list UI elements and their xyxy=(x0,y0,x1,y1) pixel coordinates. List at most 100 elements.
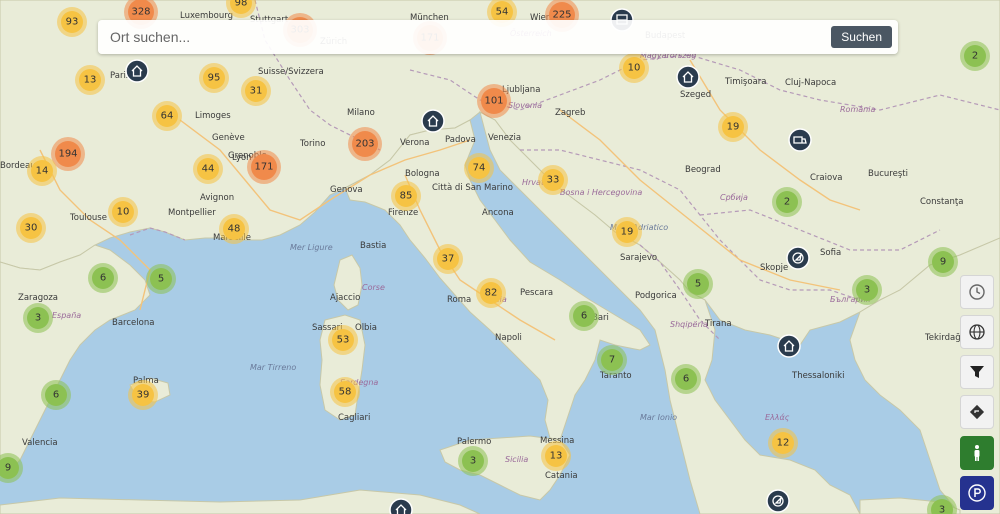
cluster-marker[interactable]: 53 xyxy=(328,325,358,355)
cluster-marker[interactable]: 7 xyxy=(597,345,627,375)
parking-button[interactable] xyxy=(960,476,994,510)
cluster-marker[interactable]: 10 xyxy=(108,197,138,227)
search-input[interactable] xyxy=(98,20,818,54)
cluster-marker[interactable]: 82 xyxy=(476,278,506,308)
cluster-count: 30 xyxy=(25,223,38,234)
cluster-count: 14 xyxy=(36,166,49,177)
cluster-count: 19 xyxy=(727,122,740,133)
cluster-marker[interactable]: 44 xyxy=(193,154,223,184)
cluster-count: 39 xyxy=(137,390,150,401)
person-icon xyxy=(974,445,980,461)
cluster-count: 328 xyxy=(131,7,150,18)
cluster-count: 53 xyxy=(337,335,350,346)
cluster-marker[interactable]: 37 xyxy=(433,244,463,274)
cluster-count: 6 xyxy=(683,374,689,385)
cluster-marker[interactable]: 3 xyxy=(458,446,488,476)
cluster-marker[interactable]: 9 xyxy=(928,247,958,277)
cluster-marker[interactable]: 203 xyxy=(348,127,382,161)
cluster-count: 33 xyxy=(547,175,560,186)
cluster-count: 9 xyxy=(5,463,11,474)
filter-button[interactable] xyxy=(960,355,994,389)
map-view[interactable]: ParisLuxembourgStuttgartMünchenWienBudap… xyxy=(0,0,1000,514)
parking-icon xyxy=(968,484,986,502)
cluster-marker[interactable]: 14 xyxy=(27,156,57,186)
cluster-count: 194 xyxy=(58,149,77,160)
search-bar: Suchen xyxy=(98,20,898,54)
cluster-count: 2 xyxy=(784,197,790,208)
cluster-count: 3 xyxy=(35,313,41,324)
cluster-count: 6 xyxy=(581,311,587,322)
cluster-count: 95 xyxy=(208,73,221,84)
cluster-marker[interactable]: 98 xyxy=(226,0,256,18)
cluster-marker[interactable]: 64 xyxy=(152,101,182,131)
cluster-count: 3 xyxy=(470,456,476,467)
cluster-marker[interactable]: 2 xyxy=(772,187,802,217)
cluster-marker[interactable]: 19 xyxy=(612,217,642,247)
cluster-layer: 9332898542253031712139531106410119194203… xyxy=(0,0,990,514)
cluster-count: 37 xyxy=(442,254,455,265)
cluster-marker[interactable]: 13 xyxy=(75,65,105,95)
cluster-marker[interactable]: 101 xyxy=(477,84,511,118)
cluster-count: 6 xyxy=(53,390,59,401)
cluster-count: 48 xyxy=(228,224,241,235)
cluster-marker[interactable]: 6 xyxy=(569,301,599,331)
cluster-marker[interactable]: 39 xyxy=(128,380,158,410)
cluster-marker[interactable]: 74 xyxy=(464,153,494,183)
cluster-count: 64 xyxy=(161,111,174,122)
cluster-marker[interactable]: 13 xyxy=(541,441,571,471)
cluster-marker[interactable]: 5 xyxy=(146,264,176,294)
cluster-marker[interactable]: 9 xyxy=(0,453,23,483)
cluster-marker[interactable]: 33 xyxy=(538,165,568,195)
cluster-marker[interactable]: 48 xyxy=(219,214,249,244)
cluster-marker[interactable]: 6 xyxy=(88,263,118,293)
cluster-count: 10 xyxy=(117,207,130,218)
cluster-count: 3 xyxy=(939,505,945,514)
cluster-count: 13 xyxy=(550,451,563,462)
person-button[interactable] xyxy=(960,436,994,470)
globe-button[interactable] xyxy=(960,315,994,349)
cluster-count: 2 xyxy=(972,51,978,62)
route-button[interactable] xyxy=(960,395,994,429)
cluster-marker[interactable]: 171 xyxy=(247,150,281,184)
cluster-marker[interactable]: 19 xyxy=(718,112,748,142)
cluster-count: 10 xyxy=(628,63,641,74)
globe-icon xyxy=(969,324,985,340)
cluster-count: 82 xyxy=(485,288,498,299)
cluster-count: 3 xyxy=(864,285,870,296)
cluster-count: 31 xyxy=(250,86,263,97)
cluster-count: 9 xyxy=(940,257,946,268)
cluster-marker[interactable]: 30 xyxy=(16,213,46,243)
cluster-count: 13 xyxy=(84,75,97,86)
cluster-marker[interactable]: 58 xyxy=(330,377,360,407)
cluster-marker[interactable]: 10 xyxy=(619,53,649,83)
cluster-count: 58 xyxy=(339,387,352,398)
cluster-count: 5 xyxy=(158,274,164,285)
cluster-count: 5 xyxy=(695,279,701,290)
cluster-marker[interactable]: 6 xyxy=(41,380,71,410)
cluster-count: 171 xyxy=(254,162,273,173)
cluster-count: 6 xyxy=(100,273,106,284)
cluster-marker[interactable]: 2 xyxy=(960,41,990,71)
cluster-count: 19 xyxy=(621,227,634,238)
cluster-marker[interactable]: 5 xyxy=(683,269,713,299)
cluster-count: 98 xyxy=(235,0,248,9)
cluster-count: 93 xyxy=(66,17,79,28)
cluster-count: 7 xyxy=(609,355,615,366)
cluster-count: 12 xyxy=(777,438,790,449)
cluster-count: 101 xyxy=(484,96,503,107)
cluster-marker[interactable]: 85 xyxy=(391,181,421,211)
cluster-count: 203 xyxy=(355,139,374,150)
cluster-marker[interactable]: 95 xyxy=(199,63,229,93)
cluster-marker[interactable]: 6 xyxy=(671,364,701,394)
cluster-marker[interactable]: 31 xyxy=(241,76,271,106)
cluster-marker[interactable]: 3 xyxy=(852,275,882,305)
cluster-marker[interactable]: 3 xyxy=(23,303,53,333)
cluster-marker[interactable]: 12 xyxy=(768,428,798,458)
history-button[interactable] xyxy=(960,275,994,309)
search-button[interactable]: Suchen xyxy=(831,26,892,48)
cluster-marker[interactable]: 93 xyxy=(57,7,87,37)
cluster-marker[interactable]: 3 xyxy=(927,495,957,514)
cluster-count: 74 xyxy=(473,163,486,174)
clock-icon xyxy=(969,284,985,300)
filter-icon xyxy=(970,366,984,378)
